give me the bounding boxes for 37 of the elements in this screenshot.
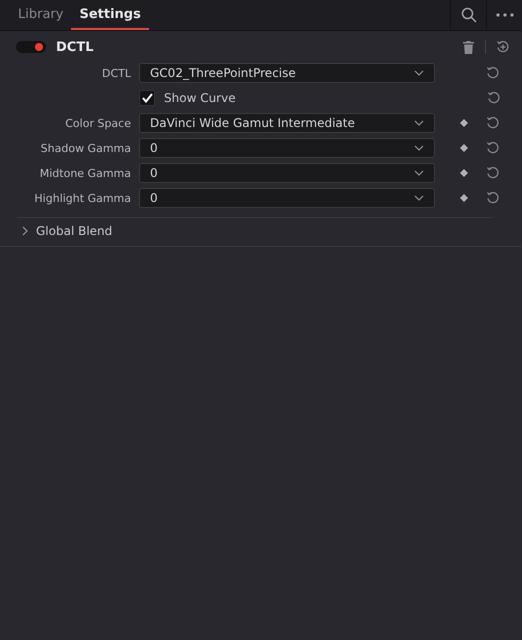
tab[interactable]: Library	[10, 0, 72, 30]
caret-icon	[414, 145, 424, 151]
dropdown[interactable]: 0	[139, 163, 435, 183]
toggle-switch[interactable]	[16, 41, 46, 53]
checkbox[interactable]	[139, 90, 155, 106]
field-label: DCTL	[101, 66, 131, 80]
field-label: Shadow Gamma	[40, 142, 131, 154]
field-label: Color Space	[64, 116, 131, 130]
reset-icon[interactable]	[486, 116, 500, 130]
reset-icon[interactable]	[486, 66, 500, 80]
caret-icon	[414, 195, 424, 201]
reset-icon[interactable]	[486, 191, 500, 205]
caret-icon	[414, 170, 424, 176]
caret-icon	[414, 120, 424, 126]
section-header[interactable]: Global Blend	[0, 218, 522, 244]
trash-icon[interactable]	[463, 40, 474, 54]
field-label: Midtone Gamma	[38, 166, 131, 180]
keyframe-icon[interactable]	[460, 169, 468, 177]
dropdown[interactable]: 0	[139, 138, 435, 158]
dropdown[interactable]: 0	[139, 188, 435, 208]
field-label: Highlight Gamma	[33, 192, 131, 204]
expand-icon	[22, 226, 28, 236]
reset-icon[interactable]	[486, 166, 500, 180]
dropdown[interactable]: DaVinci Wide Gamut Intermediate	[139, 113, 435, 133]
more-icon	[496, 13, 514, 17]
reset-icon[interactable]	[486, 141, 500, 155]
keyframe-icon[interactable]	[460, 144, 468, 152]
keyframe-icon[interactable]	[460, 194, 468, 202]
effect-title: DCTL	[56, 40, 94, 54]
search-icon	[460, 7, 476, 23]
dropdown[interactable]: GC02_ThreePointPrecise	[139, 63, 435, 83]
keyframe-icon[interactable]	[460, 119, 468, 127]
caret-icon	[414, 70, 424, 76]
checkbox-label: Show Curve	[164, 91, 236, 105]
tab[interactable]: Settings	[71, 0, 149, 30]
reset-icon[interactable]	[486, 91, 500, 105]
add-reset-icon[interactable]	[496, 40, 510, 54]
